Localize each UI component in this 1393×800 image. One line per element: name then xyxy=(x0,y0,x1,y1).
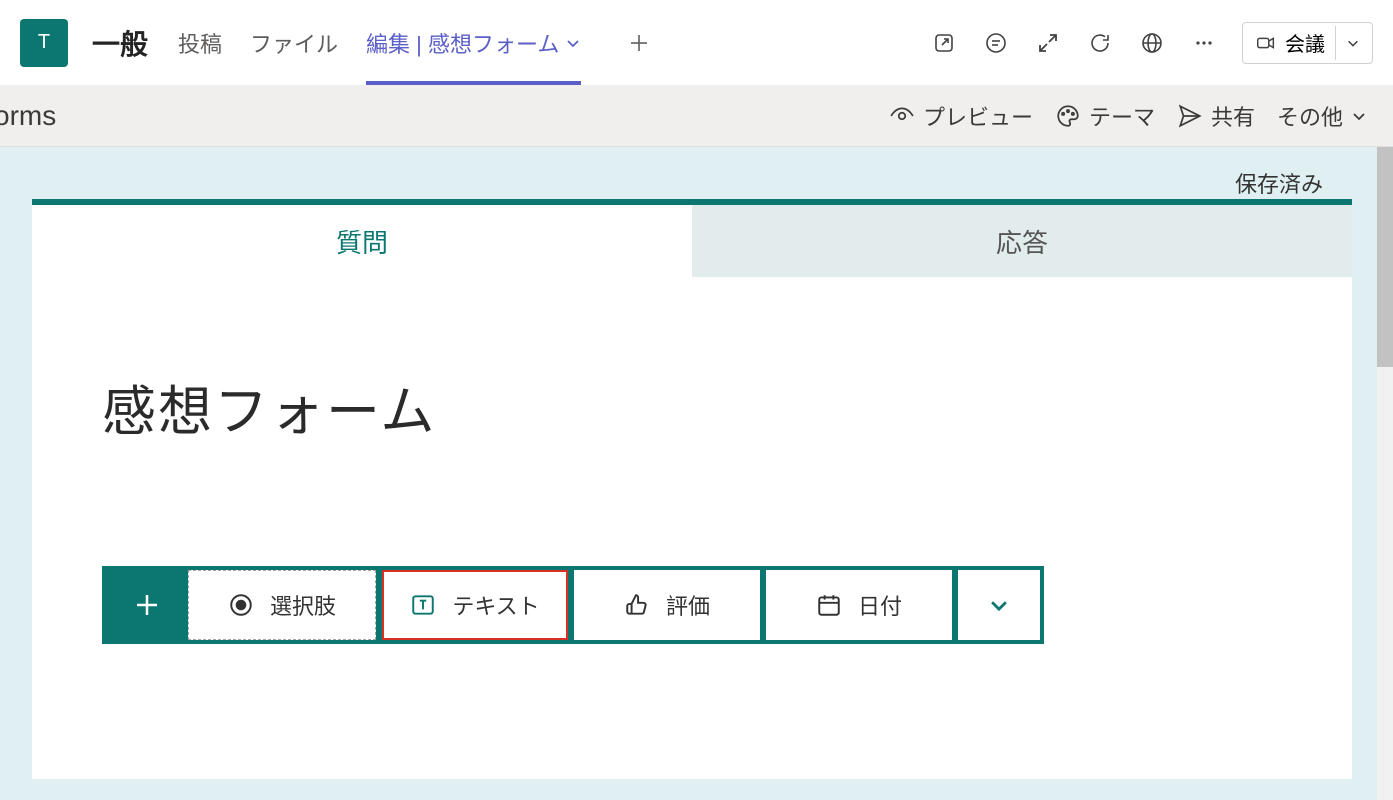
tab-active-label: 編集 | 感想フォーム xyxy=(366,27,559,59)
teams-header: T 一般 投稿 ファイル 編集 | 感想フォーム xyxy=(0,0,1393,85)
text-box-icon xyxy=(410,592,436,618)
rating-label: 評価 xyxy=(666,589,710,621)
share-button[interactable]: 共有 xyxy=(1171,96,1261,136)
question-type-more[interactable] xyxy=(958,570,1040,640)
tab-files-label: ファイル xyxy=(250,27,338,59)
team-avatar[interactable]: T xyxy=(20,19,68,67)
form-tab-responses-label: 応答 xyxy=(996,223,1048,260)
team-avatar-letter: T xyxy=(38,31,50,54)
send-icon xyxy=(1177,103,1203,129)
thumbs-up-icon xyxy=(624,592,650,618)
question-type-rating[interactable]: 評価 xyxy=(574,570,760,640)
forms-app-label: orms xyxy=(0,100,56,132)
add-question-button[interactable] xyxy=(106,570,188,640)
form-tab-questions[interactable]: 質問 xyxy=(32,205,692,277)
more-icon xyxy=(1192,31,1216,55)
forms-more-button[interactable]: その他 xyxy=(1271,96,1373,136)
plus-icon xyxy=(628,32,650,54)
video-icon xyxy=(1255,32,1277,54)
chevron-down-icon xyxy=(1351,108,1367,124)
globe-icon xyxy=(1140,31,1164,55)
share-label: 共有 xyxy=(1211,100,1255,132)
question-type-choice[interactable]: 選択肢 xyxy=(188,570,376,640)
refresh-button[interactable] xyxy=(1086,29,1114,57)
preview-button[interactable]: プレビュー xyxy=(883,96,1039,136)
question-type-options: 選択肢 テキスト 評価 日付 xyxy=(188,570,1040,640)
form-card: 質問 応答 感想フォーム 選択肢 テキスト xyxy=(32,199,1352,779)
form-title[interactable]: 感想フォーム xyxy=(102,367,1282,446)
forms-toolbar: プレビュー テーマ 共有 その他 xyxy=(883,96,1373,136)
chat-button[interactable] xyxy=(982,29,1010,57)
form-tab-questions-label: 質問 xyxy=(336,223,388,260)
chat-icon xyxy=(984,31,1008,55)
expand-button[interactable] xyxy=(1034,29,1062,57)
meet-button[interactable]: 会議 xyxy=(1242,22,1373,64)
channel-name[interactable]: 一般 xyxy=(92,23,148,63)
refresh-icon xyxy=(1088,31,1112,55)
question-type-text[interactable]: テキスト xyxy=(382,570,568,640)
palette-icon xyxy=(1055,103,1081,129)
popout-button[interactable] xyxy=(930,29,958,57)
saved-status: 保存済み xyxy=(1235,167,1323,199)
text-label: テキスト xyxy=(452,589,539,621)
tab-posts-label: 投稿 xyxy=(178,27,222,59)
add-tab-button[interactable] xyxy=(625,29,653,57)
theme-label: テーマ xyxy=(1089,100,1155,132)
form-body: 感想フォーム 選択肢 テキスト 評価 xyxy=(32,277,1352,684)
add-question-toolbar: 選択肢 テキスト 評価 日付 xyxy=(102,566,1044,644)
forms-more-label: その他 xyxy=(1277,100,1343,132)
popout-icon xyxy=(932,31,956,55)
tab-active[interactable]: 編集 | 感想フォーム xyxy=(366,0,581,85)
plus-icon xyxy=(132,590,162,620)
expand-icon xyxy=(1036,31,1060,55)
form-tabs: 質問 応答 xyxy=(32,205,1352,277)
more-button[interactable] xyxy=(1190,29,1218,57)
vertical-scrollbar[interactable] xyxy=(1377,147,1393,800)
header-right: 会議 xyxy=(930,22,1373,64)
forms-workspace: 保存済み 質問 応答 感想フォーム 選択肢 xyxy=(0,147,1393,800)
channel-tabs: 投稿 ファイル 編集 | 感想フォーム xyxy=(178,0,653,85)
date-label: 日付 xyxy=(858,589,902,621)
form-tab-responses[interactable]: 応答 xyxy=(692,205,1352,277)
chevron-down-icon xyxy=(1346,36,1360,50)
tab-files[interactable]: ファイル xyxy=(250,0,338,85)
globe-button[interactable] xyxy=(1138,29,1166,57)
radio-icon xyxy=(228,592,254,618)
meet-dropdown[interactable] xyxy=(1335,26,1370,60)
theme-button[interactable]: テーマ xyxy=(1049,96,1161,136)
choice-label: 選択肢 xyxy=(270,589,336,621)
calendar-icon xyxy=(816,592,842,618)
chevron-down-icon xyxy=(988,594,1010,616)
tab-posts[interactable]: 投稿 xyxy=(178,0,222,85)
preview-label: プレビュー xyxy=(923,100,1033,132)
forms-subheader: orms プレビュー テーマ 共有 その他 xyxy=(0,85,1393,147)
scrollbar-thumb[interactable] xyxy=(1377,147,1393,367)
eye-icon xyxy=(889,103,915,129)
question-type-date[interactable]: 日付 xyxy=(766,570,952,640)
chevron-down-icon xyxy=(565,35,581,51)
meet-label: 会議 xyxy=(1285,28,1325,57)
